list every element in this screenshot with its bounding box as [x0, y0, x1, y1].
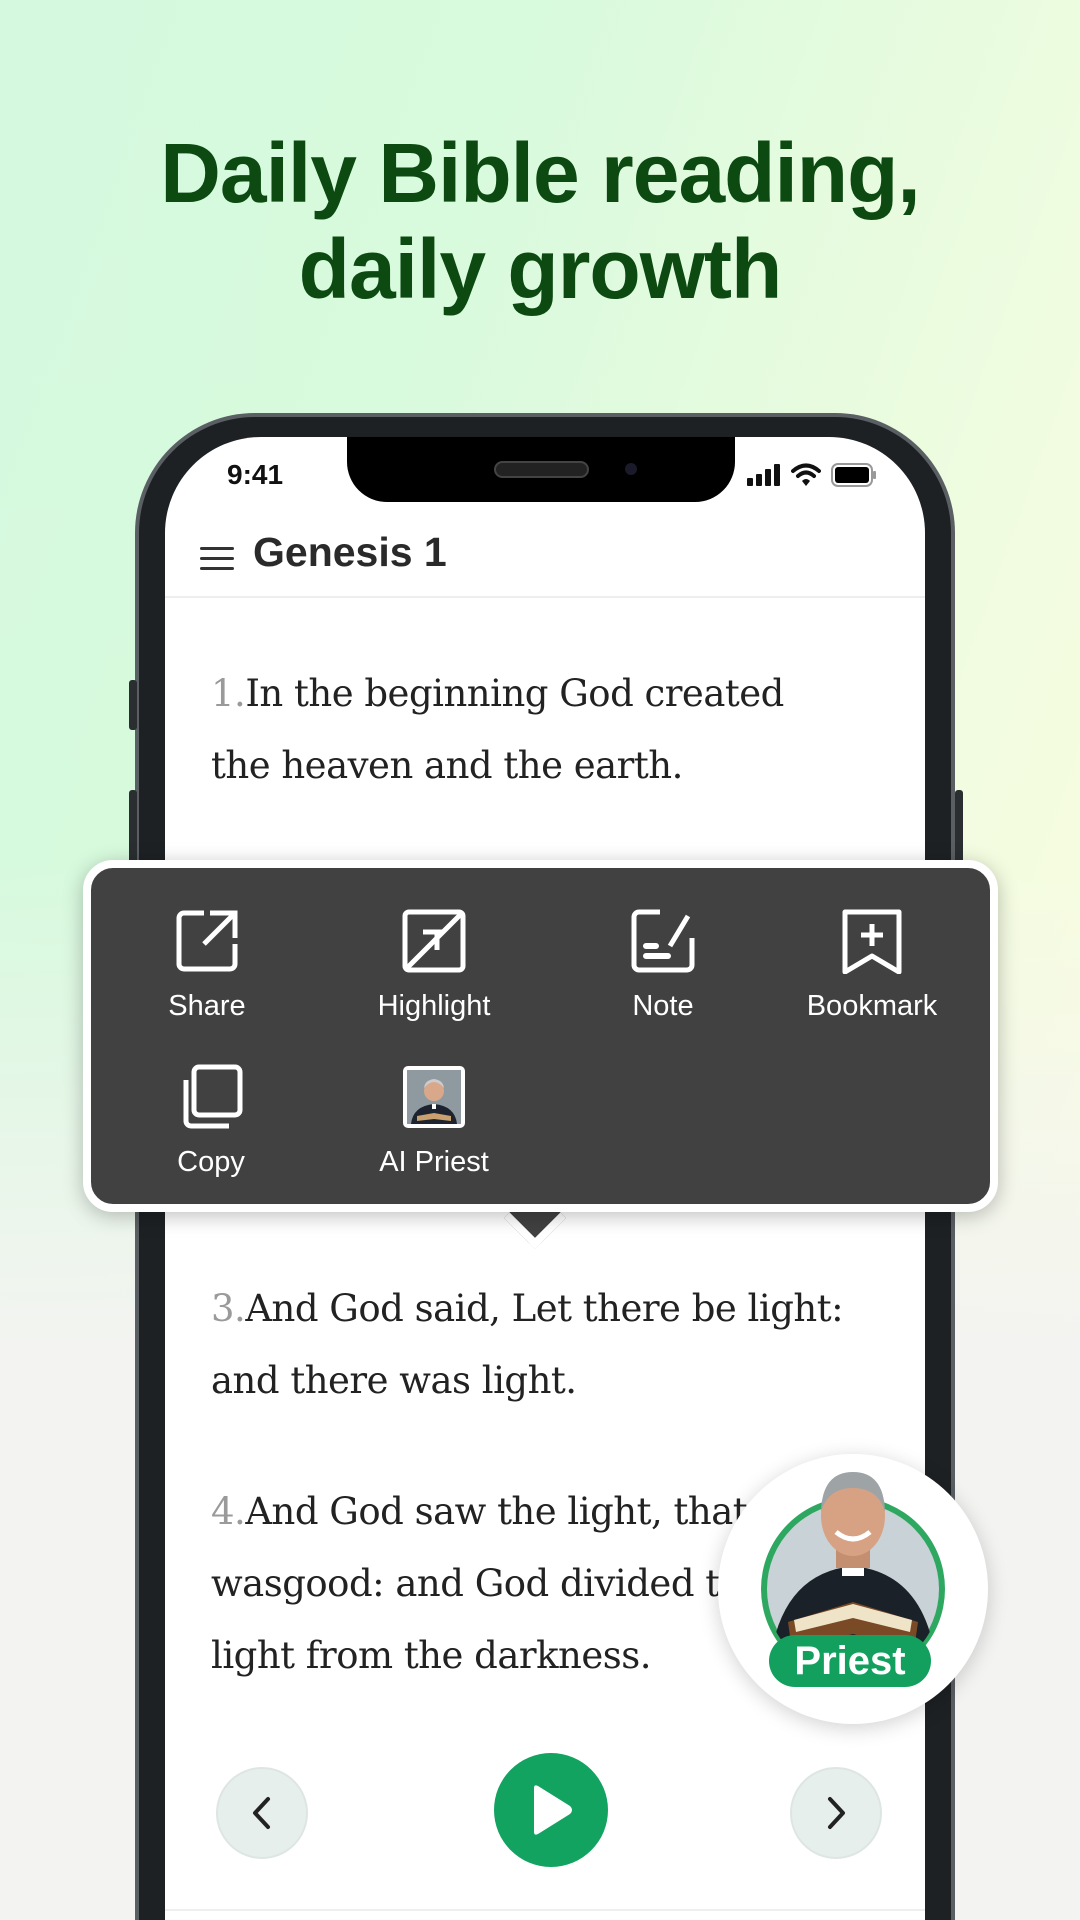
battery-icon	[831, 463, 876, 487]
hamburger-icon[interactable]	[200, 547, 234, 571]
signal-icon	[747, 464, 780, 486]
copy-icon	[183, 1064, 243, 1129]
note-icon	[631, 909, 695, 973]
app-header: Genesis 1	[165, 517, 925, 598]
chevron-left-icon	[253, 1797, 270, 1829]
play-audio-button[interactable]	[494, 1753, 608, 1867]
verse-1[interactable]: 1.In the beginning God created the heave…	[211, 658, 891, 802]
chevron-right-icon	[828, 1797, 845, 1829]
headline: Daily Bible reading, daily growth	[160, 126, 921, 316]
share-icon	[176, 910, 238, 972]
priest-avatar	[403, 1066, 465, 1128]
highlight-icon	[402, 909, 466, 973]
verse-action-menu: Share Highlight Note Bookmark Copy AI Pr…	[83, 860, 998, 1212]
previous-chapter-button[interactable]	[216, 1767, 308, 1859]
bookmark-button[interactable]: Bookmark	[772, 908, 972, 1023]
next-chapter-button[interactable]	[790, 1767, 882, 1859]
phone-side-button	[129, 790, 137, 870]
wifi-icon	[791, 463, 821, 486]
page-title: Genesis 1	[253, 529, 447, 575]
verse-3[interactable]: 3.And God said, Let there be light: and …	[211, 1273, 891, 1417]
ai-priest-button[interactable]: AI Priest	[334, 1064, 534, 1179]
share-button[interactable]: Share	[107, 908, 307, 1023]
highlight-button[interactable]: Highlight	[334, 908, 534, 1023]
bookmark-add-icon	[842, 909, 902, 974]
status-time: 9:41	[227, 459, 284, 490]
note-button[interactable]: Note	[563, 908, 763, 1023]
notch	[347, 437, 735, 502]
divider	[165, 1909, 925, 1911]
play-icon	[534, 1785, 572, 1835]
phone-side-button	[129, 680, 137, 730]
copy-button[interactable]: Copy	[111, 1064, 311, 1179]
priest-label[interactable]: Priest	[769, 1635, 931, 1687]
